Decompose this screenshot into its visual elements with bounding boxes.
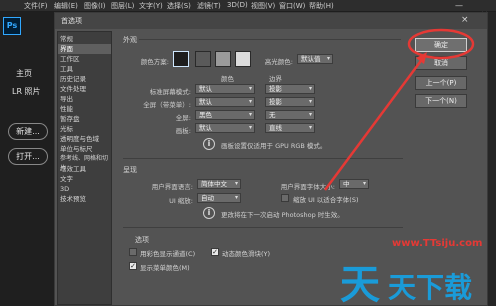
annotation-arrow-line [323, 57, 425, 191]
watermark-text: 天下载 [388, 271, 473, 304]
watermark-url: www.TTsiju.com [392, 238, 483, 249]
annotation-highlight-circle [407, 28, 475, 60]
watermark-logo: 天 [340, 262, 380, 306]
annotation-overlay [323, 28, 475, 191]
